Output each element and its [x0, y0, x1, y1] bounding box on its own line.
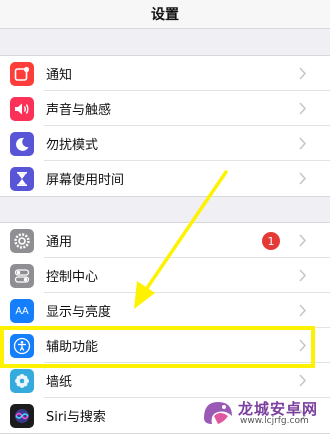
- notification-badge: 1: [262, 232, 280, 250]
- chevron-right-icon: [299, 409, 306, 422]
- settings-row-sounds[interactable]: 声音与触感: [0, 91, 330, 126]
- sound-icon: [10, 97, 34, 121]
- moon-icon: [10, 132, 34, 156]
- settings-row-label: 屏幕使用时间: [46, 173, 125, 188]
- settings-row-label: Siri与搜索: [46, 410, 106, 425]
- navigation-bar: 设置: [0, 0, 330, 29]
- chevron-right-icon: [299, 172, 306, 185]
- chevron-right-icon: [299, 304, 306, 317]
- settings-row-general[interactable]: 通用 1: [0, 223, 330, 258]
- settings-row-accessibility[interactable]: 辅助功能: [0, 328, 330, 363]
- chevron-right-icon: [299, 374, 306, 387]
- settings-row-label: 显示与亮度: [46, 305, 112, 320]
- chevron-right-icon: [299, 102, 306, 115]
- notifications-icon: [10, 62, 34, 86]
- gear-icon: [10, 229, 34, 253]
- settings-row-label: 墙纸: [46, 375, 73, 390]
- chevron-right-icon: [299, 234, 306, 247]
- accessibility-icon: [10, 334, 34, 358]
- settings-row-wallpaper[interactable]: 墙纸: [0, 363, 330, 398]
- settings-row-label: 辅助功能: [46, 340, 99, 355]
- settings-row-siri-search[interactable]: Siri与搜索: [0, 398, 330, 433]
- siri-icon: [10, 404, 34, 428]
- settings-row-screen-time[interactable]: 屏幕使用时间: [0, 161, 330, 196]
- settings-group-1: 通知 声音与触感 勿扰模式 屏幕使用时间: [0, 55, 330, 197]
- text-size-glyph: AA: [15, 305, 29, 317]
- settings-row-label: 通知: [46, 68, 73, 83]
- settings-row-do-not-disturb[interactable]: 勿扰模式: [0, 126, 330, 161]
- settings-row-label: 声音与触感: [46, 103, 112, 118]
- settings-row-control-center[interactable]: 控制中心: [0, 258, 330, 293]
- settings-row-label: 勿扰模式: [46, 138, 99, 153]
- settings-row-label: 控制中心: [46, 270, 99, 285]
- toggles-icon: [10, 264, 34, 288]
- page-title: 设置: [151, 7, 179, 23]
- chevron-right-icon: [299, 269, 306, 282]
- settings-group-2: 通用 1 控制中心 AA 显示与亮度 辅助功能 墙纸 Siri与搜索: [0, 222, 330, 434]
- settings-row-notifications[interactable]: 通知: [0, 56, 330, 91]
- chevron-right-icon: [299, 137, 306, 150]
- chevron-right-icon: [299, 339, 306, 352]
- settings-row-label: 通用: [46, 235, 73, 250]
- hourglass-icon: [10, 167, 34, 191]
- text-size-icon: AA: [10, 299, 34, 323]
- chevron-right-icon: [299, 67, 306, 80]
- settings-row-display-brightness[interactable]: AA 显示与亮度: [0, 293, 330, 328]
- wallpaper-icon: [10, 369, 34, 393]
